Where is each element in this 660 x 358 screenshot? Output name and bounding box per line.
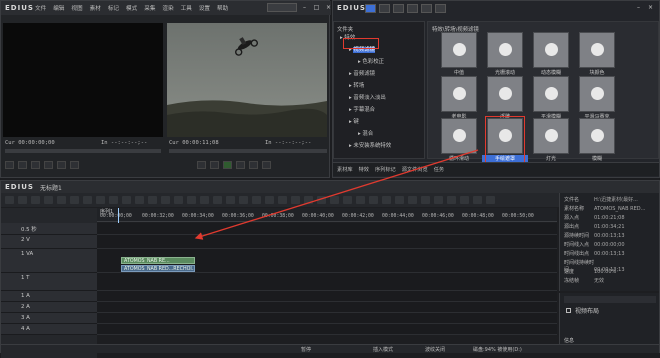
annotation-arrow	[194, 149, 479, 240]
